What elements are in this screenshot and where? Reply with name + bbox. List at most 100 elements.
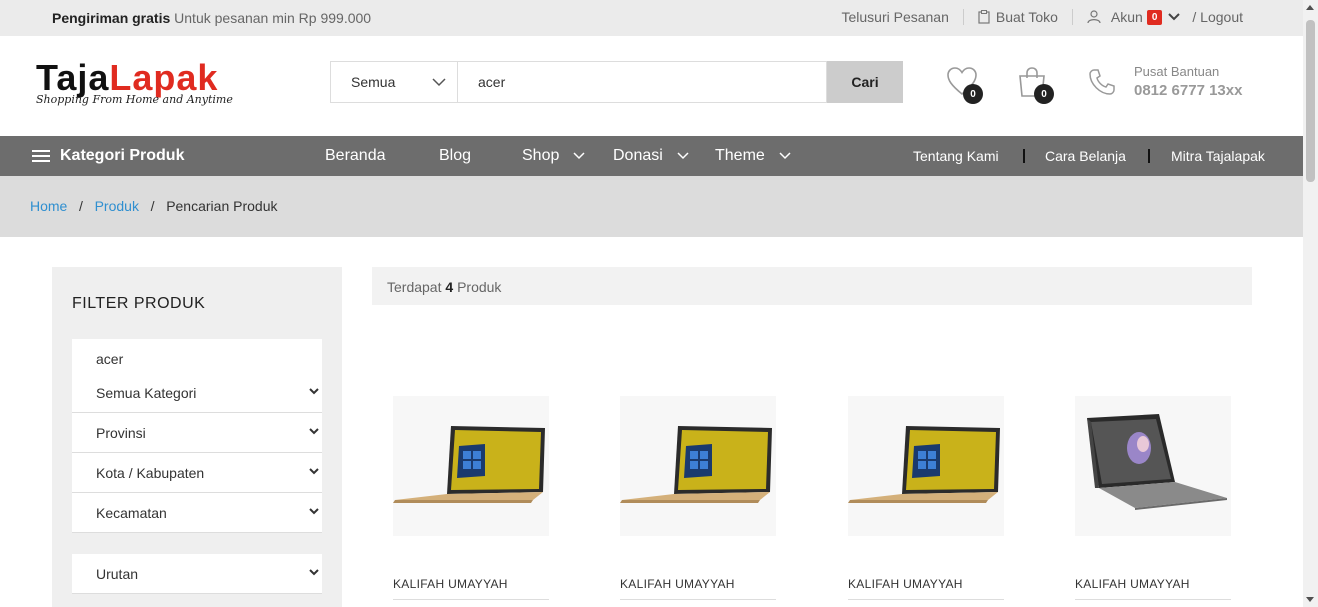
search-input[interactable]: acer: [457, 61, 827, 103]
scrollbar-thumb[interactable]: [1306, 20, 1315, 182]
nav-item-blog[interactable]: Blog: [439, 147, 471, 165]
laptop-image: [848, 426, 1000, 503]
results-number: 4: [445, 279, 454, 295]
chevron-down-icon: [779, 152, 791, 160]
logo[interactable]: TajaLapak Shopping From Home and Anytime: [36, 57, 233, 107]
main-nav: Kategori Produk Beranda Blog Shop Donasi…: [0, 136, 1303, 176]
district-value: Kecamatan: [96, 504, 167, 521]
divider: [848, 599, 1004, 600]
store-name[interactable]: KALIFAH UMAYYAH: [393, 577, 549, 591]
phone-icon: [1089, 69, 1115, 95]
divider: [962, 9, 964, 25]
help-title: Pusat Bantuan: [1134, 64, 1220, 79]
laptop-image: [393, 426, 545, 503]
product-card[interactable]: KALIFAH UMAYYAH: [1075, 396, 1231, 600]
product-image[interactable]: [1075, 396, 1231, 536]
divider: [393, 599, 549, 600]
create-store-link[interactable]: Buat Toko: [978, 9, 1058, 25]
search-button[interactable]: Cari: [827, 61, 903, 103]
wishlist-button[interactable]: 0: [946, 66, 983, 104]
store-name[interactable]: KALIFAH UMAYYAH: [1075, 577, 1231, 591]
category-filter-value: Semua Kategori: [96, 384, 197, 401]
results-count: Terdapat 4 Produk: [372, 267, 1252, 305]
track-orders-link[interactable]: Telusuri Pesanan: [841, 9, 948, 25]
logo-tagline: Shopping From Home and Anytime: [36, 93, 233, 106]
shipping-text: Untuk pesanan min Rp 999.000: [174, 10, 372, 26]
filter-title: FILTER PRODUK: [72, 295, 206, 312]
nav-label: Blog: [439, 147, 472, 164]
nav-link-cara-belanja[interactable]: Cara Belanja: [1045, 148, 1126, 164]
chevron-down-icon: [309, 468, 319, 475]
product-card[interactable]: KALIFAH UMAYYAH: [393, 396, 549, 600]
city-select[interactable]: Kota / Kabupaten: [72, 453, 322, 493]
breadcrumb-separator: /: [142, 198, 163, 214]
breadcrumb-current: Pencarian Produk: [166, 198, 278, 214]
account-label: Akun: [1110, 9, 1143, 25]
chevron-down-icon: [677, 152, 689, 160]
breadcrumb-products[interactable]: Produk: [95, 198, 139, 214]
chevron-down-icon: [432, 78, 446, 87]
logo-part-1: Taja: [36, 57, 110, 98]
sort-value: Urutan: [96, 565, 139, 582]
nav-label: Donasi: [613, 147, 663, 164]
clipboard-icon: [978, 10, 990, 24]
help-phone: 0812 6777 13xx: [1134, 82, 1243, 99]
divider: [1071, 9, 1073, 25]
sort-select[interactable]: Urutan: [72, 554, 322, 594]
nav-item-beranda[interactable]: Beranda: [325, 147, 386, 165]
scroll-down-arrow[interactable]: [1306, 597, 1314, 602]
tablet-image: [1087, 414, 1227, 510]
chevron-down-icon: [309, 569, 319, 576]
product-image[interactable]: [620, 396, 776, 536]
nav-label: Beranda: [325, 147, 386, 164]
breadcrumb-home[interactable]: Home: [30, 198, 67, 214]
top-bar: Pengiriman gratis Untuk pesanan min Rp 9…: [0, 0, 1303, 36]
cart-button[interactable]: 0: [1016, 66, 1054, 104]
nav-link-mitra[interactable]: Mitra Tajalapak: [1171, 148, 1265, 164]
nav-link-tentang-kami[interactable]: Tentang Kami: [913, 148, 999, 164]
province-select[interactable]: Provinsi: [72, 413, 322, 453]
nav-item-donasi[interactable]: Donasi: [613, 147, 689, 165]
store-name[interactable]: KALIFAH UMAYYAH: [620, 577, 776, 591]
nav-item-theme[interactable]: Theme: [715, 147, 791, 165]
account-badge: 0: [1146, 9, 1163, 25]
hamburger-icon: [32, 150, 50, 162]
help-center[interactable]: Pusat Bantuan 0812 6777 13xx: [1134, 64, 1242, 99]
logout-link[interactable]: / Logout: [1192, 9, 1243, 25]
header: TajaLapak Shopping From Home and Anytime…: [0, 36, 1303, 136]
divider: [1023, 149, 1025, 163]
results-prefix: Terdapat: [387, 279, 442, 295]
scroll-up-arrow[interactable]: [1306, 5, 1314, 10]
laptop-image: [620, 426, 772, 503]
divider: [1075, 599, 1231, 600]
category-select-value: Semua: [351, 74, 396, 90]
user-icon: [1087, 10, 1101, 24]
product-card[interactable]: KALIFAH UMAYYAH: [848, 396, 1004, 600]
district-select[interactable]: Kecamatan: [72, 493, 322, 533]
product-card[interactable]: KALIFAH UMAYYAH: [620, 396, 776, 600]
page-scrollbar[interactable]: [1303, 0, 1318, 607]
store-name[interactable]: KALIFAH UMAYYAH: [848, 577, 1004, 591]
divider: [1148, 149, 1150, 163]
chevron-down-icon: [573, 152, 585, 160]
city-value: Kota / Kabupaten: [96, 464, 205, 481]
chevron-down-icon: [309, 428, 319, 435]
shipping-bold: Pengiriman gratis: [52, 10, 171, 26]
product-image[interactable]: [393, 396, 549, 536]
nav-item-shop[interactable]: Shop: [522, 147, 585, 165]
chevron-down-icon: [1168, 13, 1181, 21]
chevron-down-icon: [309, 508, 319, 515]
search-bar: Semua acer Cari: [330, 61, 903, 103]
product-image[interactable]: [848, 396, 1004, 536]
breadcrumb: Home / Produk / Pencarian Produk: [0, 176, 1303, 237]
category-filter-select[interactable]: Semua Kategori: [72, 373, 322, 413]
divider: [620, 599, 776, 600]
breadcrumb-separator: /: [71, 198, 91, 214]
logo-part-2: Lapak: [109, 57, 219, 98]
category-select[interactable]: Semua: [330, 61, 457, 103]
categories-menu[interactable]: Kategori Produk: [32, 147, 184, 165]
wishlist-count: 0: [963, 84, 983, 104]
create-store-label: Buat Toko: [995, 9, 1058, 25]
province-value: Provinsi: [96, 424, 146, 441]
account-menu[interactable]: Akun 0: [1087, 9, 1181, 25]
